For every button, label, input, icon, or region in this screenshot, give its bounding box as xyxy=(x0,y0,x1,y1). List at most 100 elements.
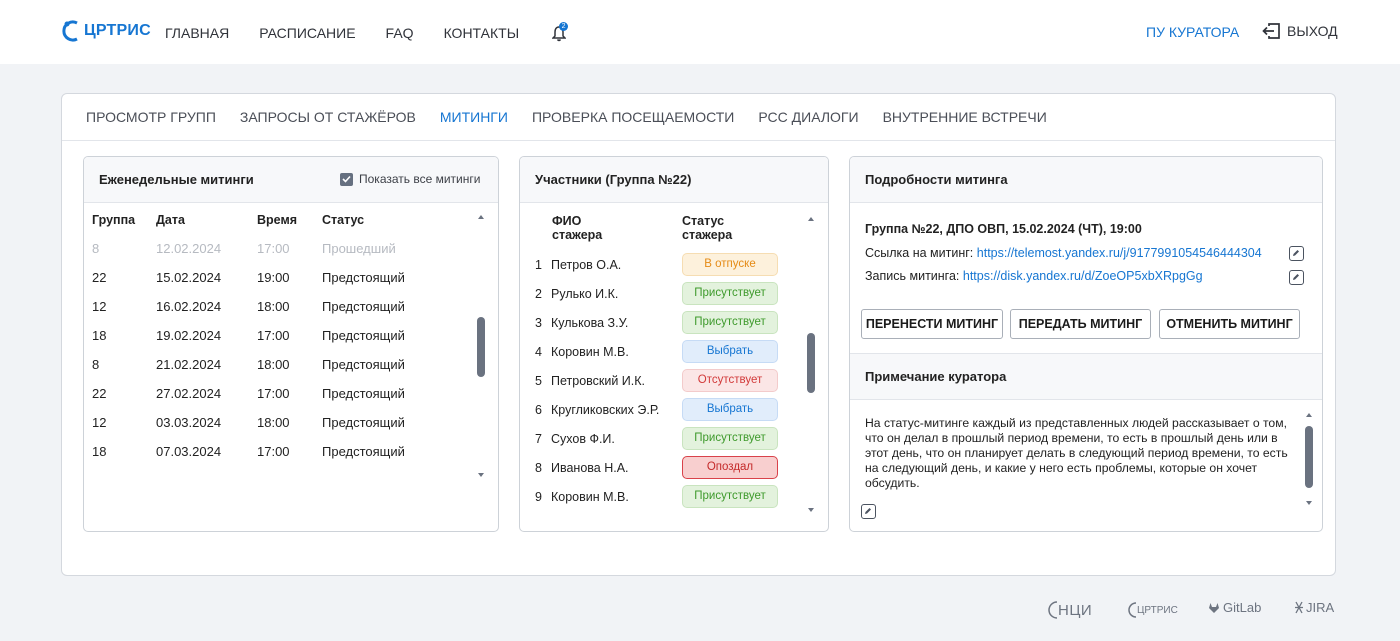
scroll-thumb[interactable] xyxy=(477,317,485,377)
tab-groups[interactable]: ПРОСМОТР ГРУПП xyxy=(86,109,216,125)
curator-panel-link[interactable]: ПУ КУРАТОРА xyxy=(1146,24,1239,40)
weekly-meetings-panel: Еженедельные митинги Показать все митинг… xyxy=(83,156,499,532)
panel-header: Подробности митинга xyxy=(850,157,1322,203)
scroll-up-icon[interactable] xyxy=(1306,413,1312,417)
checkbox-checked-icon[interactable] xyxy=(340,172,353,186)
table-row[interactable]: 12 16.02.2024 18:00 Предстоящий xyxy=(84,299,474,328)
cell-date: 15.02.2024 xyxy=(156,270,222,285)
logo[interactable]: ЦРТРИС xyxy=(62,20,151,42)
meeting-link-label: Ссылка на митинг: xyxy=(865,246,974,260)
scroll-down-icon[interactable] xyxy=(808,508,814,512)
footer-logo-gitlab-text: GitLab xyxy=(1223,600,1262,615)
cell-status: Предстоящий xyxy=(322,415,405,430)
tab-requests[interactable]: ЗАПРОСЫ ОТ СТАЖЁРОВ xyxy=(240,109,416,125)
nav-faq[interactable]: FAQ xyxy=(386,25,414,41)
trainee-name: Рулько И.К. xyxy=(551,287,619,301)
col-time-header: Время xyxy=(257,213,297,227)
cell-status: Предстоящий xyxy=(322,328,405,343)
meeting-link[interactable]: https://telemost.yandex.ru/j/91779910545… xyxy=(977,246,1262,260)
table-row[interactable]: 8 21.02.2024 18:00 Предстоящий xyxy=(84,357,474,386)
footer-logo-crtris[interactable]: ЦРТРИС xyxy=(1127,600,1178,620)
scroll-down-icon[interactable] xyxy=(1306,501,1312,505)
cell-time: 17:00 xyxy=(257,328,290,343)
cell-date: 12.02.2024 xyxy=(156,241,222,256)
footer-logo-nci[interactable]: НЦИ xyxy=(1048,600,1092,620)
table-row[interactable]: 18 07.03.2024 17:00 Предстоящий xyxy=(84,444,474,473)
table-row[interactable]: 18 19.02.2024 17:00 Предстоящий xyxy=(84,328,474,357)
meeting-record-link[interactable]: https://disk.yandex.ru/d/ZoeOP5xbXRpgGg xyxy=(963,269,1203,283)
participants-scrollbar[interactable] xyxy=(807,215,815,515)
status-badge[interactable]: Присутствует xyxy=(682,311,778,334)
nav-contacts[interactable]: КОНТАКТЫ xyxy=(444,25,520,41)
cell-status: Предстоящий xyxy=(322,270,405,285)
nav-schedule[interactable]: РАСПИСАНИЕ xyxy=(259,25,355,41)
edit-record-icon[interactable] xyxy=(1289,270,1304,285)
cell-time: 18:00 xyxy=(257,357,290,372)
nav-home[interactable]: ГЛАВНАЯ xyxy=(165,25,229,41)
table-row[interactable]: 22 15.02.2024 19:00 Предстоящий xyxy=(84,270,474,299)
col-name-header: ФИО стажера xyxy=(552,214,602,242)
trainee-name: Петровский И.К. xyxy=(551,374,646,388)
trainee-name: Кругликовских Э.Р. xyxy=(551,403,660,417)
cell-group: 22 xyxy=(92,386,107,401)
row-number: 6 xyxy=(535,403,542,417)
status-badge[interactable]: Выбрать xyxy=(682,340,778,363)
meeting-record-row: Запись митинга: https://disk.yandex.ru/d… xyxy=(865,269,1203,283)
edit-note-icon[interactable] xyxy=(861,504,876,519)
cancel-meeting-button[interactable]: ОТМЕНИТЬ МИТИНГ xyxy=(1159,309,1300,339)
scroll-thumb[interactable] xyxy=(1305,426,1313,488)
main-nav: ГЛАВНАЯ РАСПИСАНИЕ FAQ КОНТАКТЫ 2 xyxy=(165,22,569,42)
scroll-up-icon[interactable] xyxy=(808,217,814,221)
jira-icon xyxy=(1295,601,1303,614)
edit-link-icon[interactable] xyxy=(1289,246,1304,261)
status-badge[interactable]: В отпуске xyxy=(682,253,778,276)
status-badge[interactable]: Выбрать xyxy=(682,398,778,421)
panel-header: Участники (Группа №22) xyxy=(520,157,828,203)
tab-meetings[interactable]: МИТИНГИ xyxy=(440,109,508,125)
col-name-line1: ФИО xyxy=(552,214,582,228)
status-badge[interactable]: Присутствует xyxy=(682,282,778,305)
scroll-down-icon[interactable] xyxy=(478,473,484,477)
cell-group: 18 xyxy=(92,444,107,459)
table-row[interactable]: 8 12.02.2024 17:00 Прошедший xyxy=(84,241,474,270)
tab-attendance[interactable]: ПРОВЕРКА ПОСЕЩАЕМОСТИ xyxy=(532,109,734,125)
cell-time: 17:00 xyxy=(257,386,290,401)
panel-header: Еженедельные митинги Показать все митинг… xyxy=(84,157,498,203)
cell-status: Предстоящий xyxy=(322,444,405,459)
reschedule-meeting-button[interactable]: ПЕРЕНЕСТИ МИТИНГ xyxy=(861,309,1003,339)
table-row[interactable]: 12 03.03.2024 18:00 Предстоящий xyxy=(84,415,474,444)
trainee-name: Коровин М.В. xyxy=(551,345,629,359)
meeting-summary: Группа №22, ДПО ОВП, 15.02.2024 (ЧТ), 19… xyxy=(865,222,1142,236)
tab-rss-dialogs[interactable]: РСС ДИАЛОГИ xyxy=(758,109,858,125)
col-status-line2: стажера xyxy=(682,228,733,242)
scroll-up-icon[interactable] xyxy=(478,215,484,219)
row-number: 2 xyxy=(535,287,542,301)
bell-icon[interactable]: 2 xyxy=(552,22,569,42)
table-row[interactable]: 22 27.02.2024 17:00 Предстоящий xyxy=(84,386,474,415)
curator-note-header: Примечание куратора xyxy=(850,353,1322,400)
show-all-checkbox[interactable]: Показать все митинги xyxy=(340,172,480,186)
status-badge[interactable]: Присутствует xyxy=(682,485,778,508)
row-number: 7 xyxy=(535,432,542,446)
tab-internal-meetings[interactable]: ВНУТРЕННИЕ ВСТРЕЧИ xyxy=(883,109,1047,125)
footer-logo-nci-text: НЦИ xyxy=(1058,601,1093,619)
curator-note-text[interactable]: На статус-митинге каждый из представленн… xyxy=(865,416,1290,491)
scroll-thumb[interactable] xyxy=(807,333,815,393)
cell-time: 19:00 xyxy=(257,270,290,285)
cell-group: 22 xyxy=(92,270,107,285)
exit-button[interactable]: ВЫХОД xyxy=(1262,22,1338,40)
note-scrollbar[interactable] xyxy=(1305,411,1313,511)
transfer-meeting-button[interactable]: ПЕРЕДАТЬ МИТИНГ xyxy=(1010,309,1151,339)
footer-logo-gitlab[interactable]: GitLab xyxy=(1208,600,1261,615)
cell-status: Предстоящий xyxy=(322,357,405,372)
status-badge[interactable]: Отсутствует xyxy=(682,369,778,392)
cell-group: 12 xyxy=(92,299,107,314)
list-item: 9 Коровин М.В. Присутствует xyxy=(520,485,800,519)
meetings-scrollbar[interactable] xyxy=(477,213,485,483)
col-status-header: Статус стажера xyxy=(682,214,732,242)
status-badge[interactable]: Опоздал xyxy=(682,456,778,479)
meeting-record-label: Запись митинга: xyxy=(865,269,960,283)
status-badge[interactable]: Присутствует xyxy=(682,427,778,450)
cell-group: 8 xyxy=(92,241,100,256)
footer-logo-jira[interactable]: JIRA xyxy=(1294,600,1334,615)
